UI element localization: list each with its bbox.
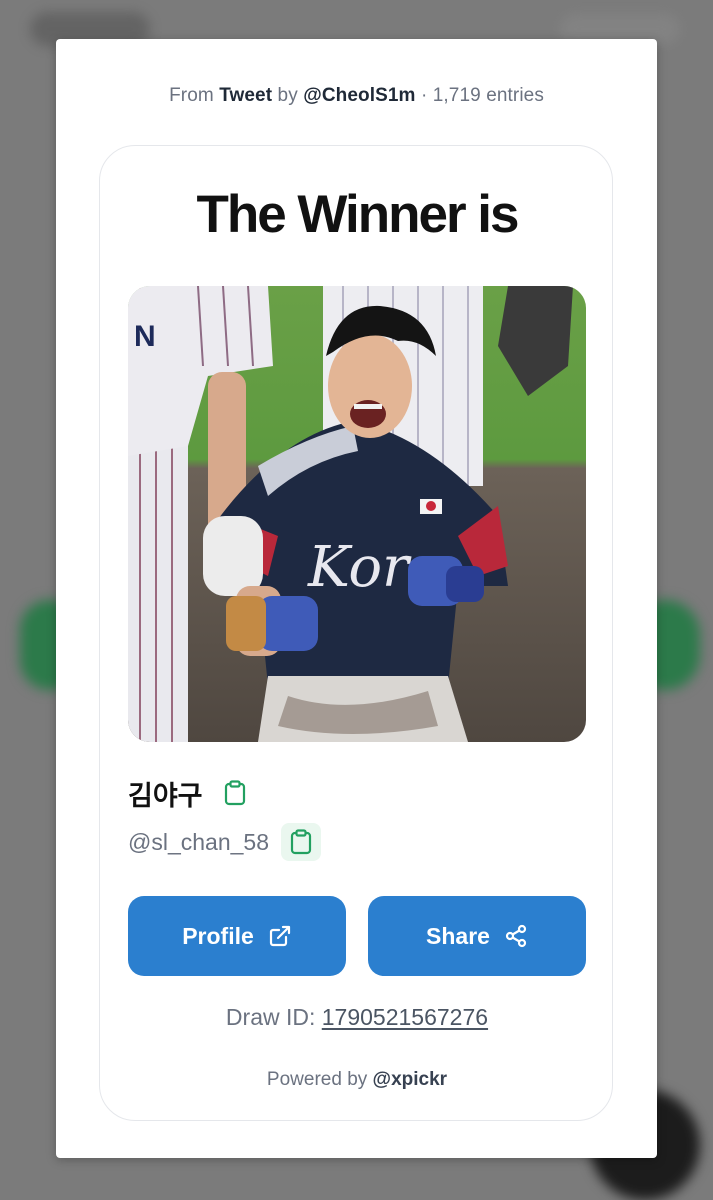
draw-id-link[interactable]: 1790521567276 <box>322 1004 488 1030</box>
entries-count: 1,719 entries <box>432 85 544 106</box>
source-line: From Tweet by @CheolS1m · 1,719 entries <box>56 85 657 107</box>
share-icon <box>504 924 528 948</box>
winner-handle: @sl_chan_58 <box>128 828 269 855</box>
clipboard-icon <box>290 829 312 855</box>
powered-by-label: Powered by <box>266 1069 368 1090</box>
source-separator: · <box>420 85 428 106</box>
profile-button-label: Profile <box>182 922 254 949</box>
winner-name: 김야구 <box>128 780 203 812</box>
winner-photo: N Kor <box>128 286 586 742</box>
svg-text:Kor: Kor <box>307 535 412 600</box>
source-by: by <box>277 85 298 106</box>
copy-name-button[interactable] <box>215 774 255 812</box>
svg-text:N: N <box>134 320 156 353</box>
share-button[interactable]: Share <box>368 896 586 976</box>
copy-handle-button[interactable] <box>281 823 321 861</box>
source-prefix: From <box>169 85 214 106</box>
winner-name-row: 김야구 <box>128 774 255 812</box>
winner-modal: From Tweet by @CheolS1m · 1,719 entries … <box>56 39 657 1158</box>
draw-id-label: Draw ID: <box>225 1004 316 1030</box>
clipboard-icon <box>224 780 245 806</box>
source-author-link[interactable]: @CheolS1m <box>303 85 415 106</box>
draw-id-line: Draw ID: 1790521567276 <box>100 1004 614 1031</box>
source-type: Tweet <box>219 85 273 106</box>
external-link-icon <box>268 924 292 948</box>
profile-button[interactable]: Profile <box>128 896 346 976</box>
powered-by-line: Powered by @xpickr <box>100 1069 614 1091</box>
winner-handle-row: @sl_chan_58 <box>128 822 321 862</box>
brand-link[interactable]: @xpickr <box>373 1069 448 1090</box>
winner-title: The Winner is <box>196 185 519 244</box>
winner-card: The Winner is N Kor 김야구 @sl_chan_58 Prof… <box>99 145 613 1121</box>
winner-photo-image: N Kor <box>128 286 586 742</box>
share-button-label: Share <box>426 922 490 949</box>
